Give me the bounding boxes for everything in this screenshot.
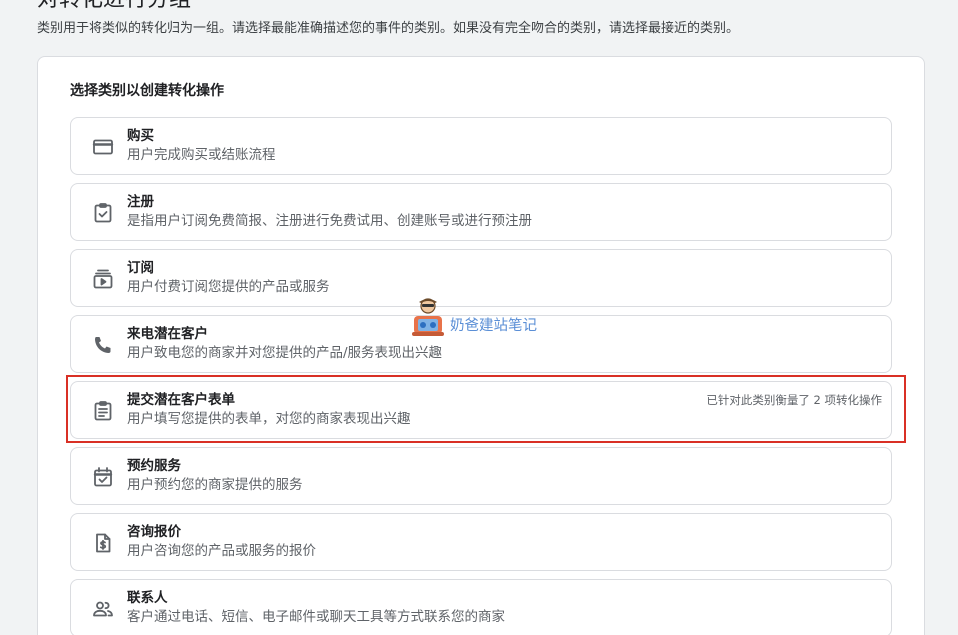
category-card-book-appointment[interactable]: 预约服务 用户预约您的商家提供的服务 [70, 447, 892, 505]
subscriptions-icon [91, 267, 115, 291]
calendar-check-icon [91, 465, 115, 489]
category-description: 用户填写您提供的表单，对您的商家表现出兴趣 [127, 411, 411, 427]
conversion-count-badge: 已针对此类别衡量了 2 项转化操作 [706, 393, 882, 407]
category-description: 用户咨询您的产品或服务的报价 [127, 543, 316, 559]
section-title: 选择类别以创建转化操作 [70, 83, 224, 99]
category-card-signup[interactable]: 注册 是指用户订阅免费简报、注册进行免费试用、创建账号或进行预注册 [70, 183, 892, 241]
category-description: 是指用户订阅免费简报、注册进行免费试用、创建账号或进行预注册 [127, 213, 532, 229]
category-title: 提交潜在客户表单 [127, 392, 235, 408]
category-description: 用户付费订阅您提供的产品或服务 [127, 279, 330, 295]
category-title: 咨询报价 [127, 524, 181, 540]
page-title: 对转化进行分组 [37, 0, 191, 14]
category-title: 预约服务 [127, 458, 181, 474]
category-description: 用户预约您的商家提供的服务 [127, 477, 303, 493]
credit-card-icon [91, 135, 115, 159]
category-title: 联系人 [127, 590, 168, 606]
category-list: 购买 用户完成购买或结账流程 注册 是指用户订阅免费简报、注册进行免费试用、创建… [70, 117, 892, 635]
category-title: 订阅 [127, 260, 154, 276]
phone-icon [91, 333, 115, 357]
conversion-category-page: 对转化进行分组 类别用于将类似的转化归为一组。请选择最能准确描述您的事件的类别。… [0, 0, 958, 635]
category-card-lead-form[interactable]: 提交潜在客户表单 用户填写您提供的表单，对您的商家表现出兴趣 已针对此类别衡量了… [70, 381, 892, 439]
category-title: 来电潜在客户 [127, 326, 208, 342]
clipboard-check-icon [91, 201, 115, 225]
category-card-purchase[interactable]: 购买 用户完成购买或结账流程 [70, 117, 892, 175]
category-title: 注册 [127, 194, 154, 210]
category-description: 客户通过电话、短信、电子邮件或聊天工具等方式联系您的商家 [127, 609, 505, 625]
category-card-request-quote[interactable]: 咨询报价 用户咨询您的产品或服务的报价 [70, 513, 892, 571]
category-card-contact[interactable]: 联系人 客户通过电话、短信、电子邮件或聊天工具等方式联系您的商家 [70, 579, 892, 635]
category-description: 用户致电您的商家并对您提供的产品/服务表现出兴趣 [127, 345, 443, 361]
category-card-phone-lead[interactable]: 来电潜在客户 用户致电您的商家并对您提供的产品/服务表现出兴趣 [70, 315, 892, 373]
contacts-icon [91, 597, 115, 621]
category-description: 用户完成购买或结账流程 [127, 147, 276, 163]
request-quote-icon [91, 531, 115, 555]
form-icon [91, 399, 115, 423]
page-description: 类别用于将类似的转化归为一组。请选择最能准确描述您的事件的类别。如果没有完全吻合… [37, 21, 740, 36]
category-title: 购买 [127, 128, 154, 144]
category-card-subscription[interactable]: 订阅 用户付费订阅您提供的产品或服务 [70, 249, 892, 307]
